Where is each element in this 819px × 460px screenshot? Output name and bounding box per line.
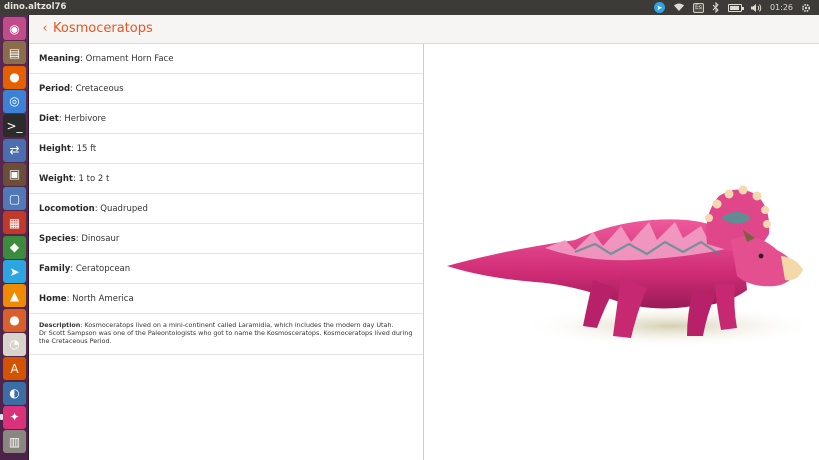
header-bar: ‹ Kosmoceratops [29, 15, 819, 44]
info-row-meaning: Meaning: Ornament Horn Face [29, 44, 423, 74]
info-value: : Ornament Horn Face [80, 53, 174, 64]
firefox-dev-icon-glyph: ● [9, 313, 20, 328]
settings-gear-icon[interactable] [797, 0, 815, 15]
battery-icon[interactable] [724, 0, 746, 15]
system-monitor-icon[interactable]: ◐ [3, 381, 26, 405]
back-button[interactable]: ‹ [37, 21, 53, 37]
apps-grid-icon[interactable]: ▦ [3, 211, 26, 235]
dino-app-icon-glyph: ✦ [9, 410, 20, 425]
system-monitor-icon-glyph: ◐ [9, 386, 20, 400]
info-row-weight: Weight: 1 to 2 t [29, 164, 423, 194]
telegram-icon[interactable]: ➤ [3, 260, 26, 283]
telegram-tray-icon[interactable]: ➤ [650, 0, 669, 15]
info-label: Locomotion [39, 203, 95, 214]
chromium-icon-glyph: ◎ [9, 94, 20, 109]
info-label: Weight [39, 173, 73, 184]
description-label: Description [39, 321, 81, 329]
page-title: Kosmoceratops [53, 21, 153, 36]
android-studio-icon[interactable]: ◆ [3, 235, 26, 259]
info-value: : Herbivore [58, 113, 107, 124]
terminal-icon-glyph: >_ [6, 118, 23, 133]
ubuntu-dash-icon[interactable]: ◉ [3, 17, 26, 40]
firefox-icon-glyph: ● [9, 70, 20, 85]
active-app-indicator [0, 413, 3, 420]
telegram-icon-glyph: ➤ [9, 264, 20, 279]
info-label: Height [39, 143, 71, 154]
wifi-icon[interactable] [669, 0, 689, 15]
app-window: ‹ Kosmoceratops Meaning: Ornament Horn F… [29, 15, 819, 460]
trash-icon[interactable]: ▥ [3, 430, 26, 454]
info-value: : Dinosaur [75, 233, 120, 244]
top-panel: dino.altzol76 ➤ Es 01:26 [0, 0, 819, 15]
ubuntu-dash-icon-glyph: ◉ [9, 21, 20, 36]
info-value: : North America [66, 293, 134, 304]
apps-grid-icon-glyph: ▦ [8, 215, 21, 230]
clock[interactable]: 01:26 [766, 0, 797, 15]
anbox-icon-glyph: ◔ [9, 337, 20, 352]
network-icon[interactable]: ⇄ [3, 138, 26, 162]
info-value: : 15 ft [71, 143, 97, 154]
info-value: : Ceratopcean [70, 263, 131, 274]
archive-icon-glyph: ▣ [8, 167, 21, 182]
anbox-icon[interactable]: ◔ [3, 332, 26, 356]
launcher: ◉ ▤ ● ◎ >_ ⇄ ▣ ▢ ▦ ◆ ➤ ▲ ● ◔ A ◐ ✦ ▥ [0, 15, 29, 460]
network-icon-glyph: ⇄ [9, 143, 20, 157]
android-studio-icon-glyph: ◆ [9, 240, 20, 255]
volume-icon[interactable] [746, 0, 766, 15]
screenshot-icon-glyph: ▢ [8, 191, 21, 206]
info-row-species: Species: Dinosaur [29, 224, 423, 254]
info-label: Family [39, 263, 71, 274]
info-row-diet: Diet: Herbivore [29, 104, 423, 134]
bluetooth-icon[interactable] [708, 0, 724, 15]
info-value: : Cretaceous [70, 83, 124, 94]
description-block: Description: Kosmoceratops lived on a mi… [29, 314, 423, 355]
info-row-height: Height: 15 ft [29, 134, 423, 164]
terminal-icon[interactable]: >_ [3, 114, 26, 138]
chromium-icon[interactable]: ◎ [3, 89, 26, 113]
info-row-home: Home: North America [29, 284, 423, 314]
kosmoceratops-illustration [447, 185, 819, 348]
info-label: Period [39, 83, 71, 94]
vlc-icon-glyph: ▲ [9, 288, 20, 303]
keyboard-layout-indicator[interactable]: Es [689, 0, 708, 15]
info-label: Species [39, 233, 76, 244]
system-tray: ➤ Es 01:26 [650, 0, 815, 15]
firefox-dev-icon[interactable]: ● [3, 308, 26, 332]
trash-icon-glyph: ▥ [8, 434, 21, 449]
info-row-family: Family: Ceratopcean [29, 254, 423, 284]
archive-icon[interactable]: ▣ [3, 162, 26, 186]
firefox-icon[interactable]: ● [3, 65, 26, 89]
info-value: : Quadruped [94, 203, 148, 214]
window-title: dino.altzol76 [4, 2, 67, 12]
info-list: Meaning: Ornament Horn Face Period: Creta… [29, 44, 424, 460]
info-value: : 1 to 2 t [72, 173, 110, 184]
dinosaur-image [425, 44, 819, 460]
info-label: Home [39, 293, 67, 304]
vlc-icon[interactable]: ▲ [3, 284, 26, 308]
info-label: Diet [39, 113, 59, 124]
eye [758, 253, 764, 259]
software-center-icon-glyph: A [10, 361, 19, 376]
ground-shadow [520, 304, 819, 348]
description-text-line2: Dr Scott Sampson was one of the Paleonto… [39, 329, 413, 346]
files-icon-glyph: ▤ [8, 45, 21, 60]
screenshot-icon[interactable]: ▢ [3, 187, 26, 211]
files-icon[interactable]: ▤ [3, 41, 26, 65]
dino-app-icon[interactable]: ✦ [3, 405, 26, 429]
software-center-icon[interactable]: A [3, 357, 26, 381]
info-row-locomotion: Locomotion: Quadruped [29, 194, 423, 224]
info-row-period: Period: Cretaceous [29, 74, 423, 104]
info-label: Meaning [39, 53, 81, 64]
description-text-line1: : Kosmoceratops lived on a mini-continen… [80, 321, 394, 329]
